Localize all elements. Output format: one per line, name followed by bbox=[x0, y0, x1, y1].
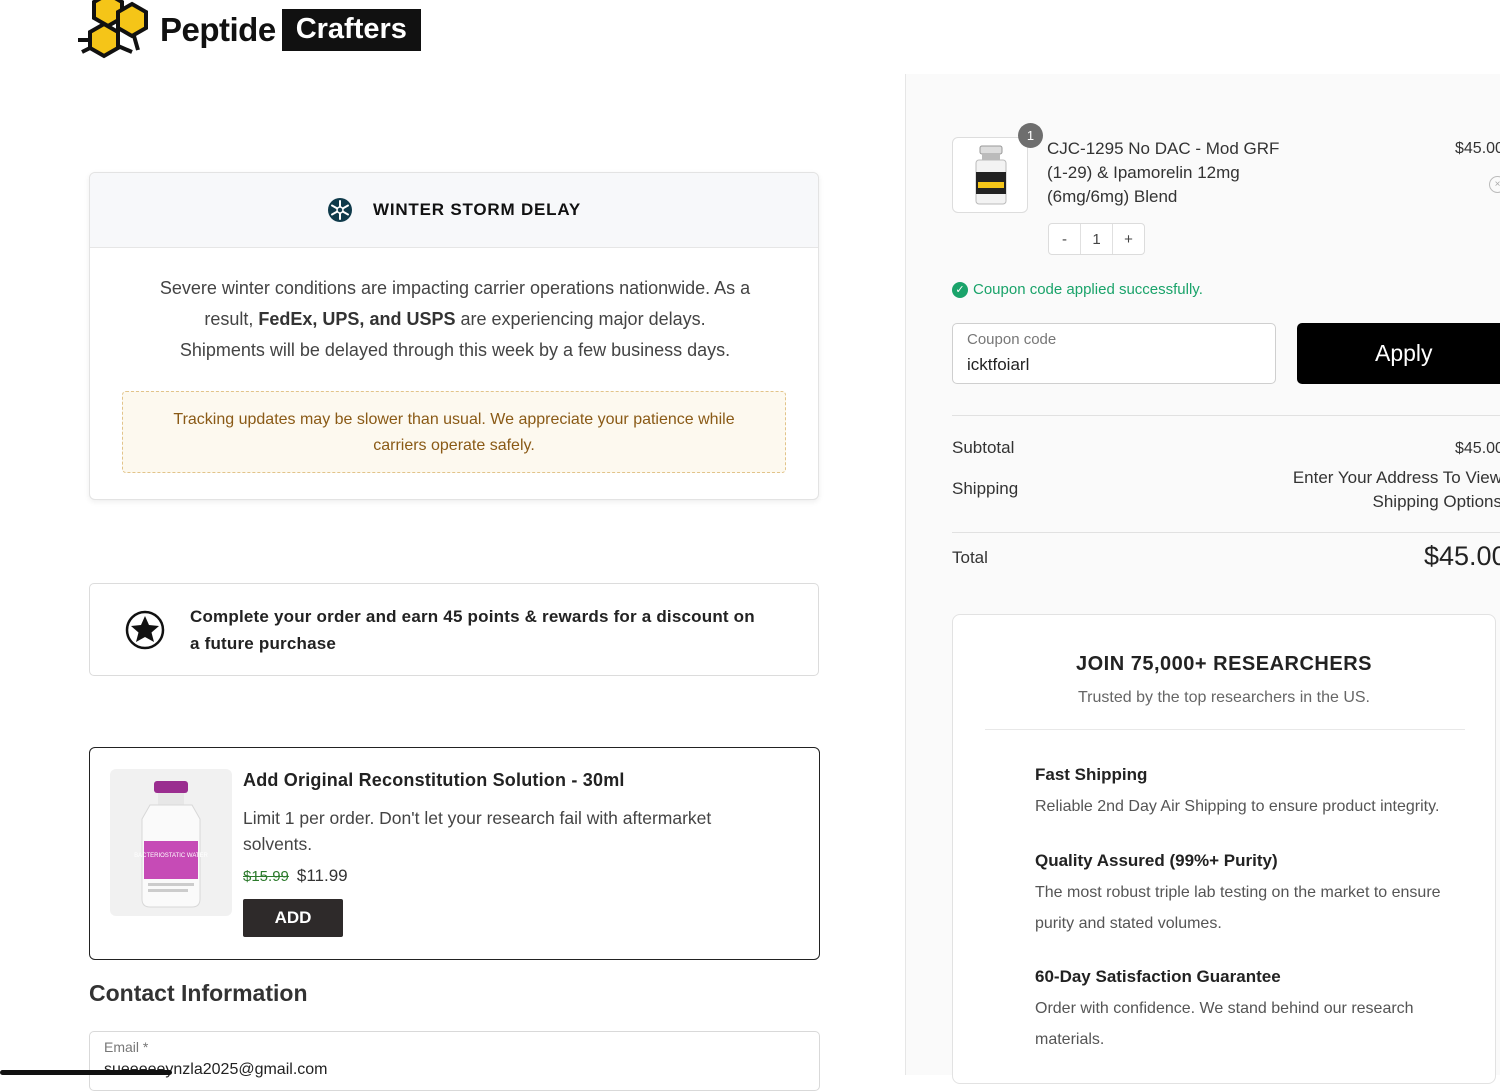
star-icon bbox=[125, 610, 165, 650]
carriers-list: FedEx, UPS, and USPS bbox=[258, 309, 456, 329]
product-name-line-3: (6mg/6mg) Blend bbox=[1047, 187, 1178, 206]
upsell-desc-line-2: solvents. bbox=[243, 834, 313, 854]
feature-description-line-1: The most robust triple lab testing on th… bbox=[1035, 884, 1441, 901]
feature-description-line-2: materials. bbox=[1035, 1031, 1105, 1048]
tracking-note-line-2: carriers operate safely. bbox=[373, 437, 535, 454]
storm-notice-title: WINTER STORM DELAY bbox=[372, 200, 582, 219]
add-upsell-button[interactable]: ADD bbox=[243, 899, 343, 937]
apply-coupon-button[interactable]: Apply bbox=[1297, 323, 1500, 384]
total-label: Total bbox=[952, 548, 988, 567]
feature-title: Quality Assured (99%+ Purity) bbox=[1035, 851, 1278, 870]
vial-label-text: BACTERIOSTATIC WATER bbox=[134, 853, 208, 859]
shipping-label: Shipping bbox=[952, 479, 1019, 498]
remove-item-icon[interactable]: × bbox=[1489, 176, 1500, 193]
rewards-line-2: a future purchase bbox=[190, 634, 337, 653]
snowflake-icon bbox=[327, 198, 352, 222]
feature-description: Order with confidence. We stand behind o… bbox=[1035, 993, 1475, 1055]
upsell-description: Limit 1 per order. Don't let your resear… bbox=[243, 805, 763, 857]
product-vial-image bbox=[975, 145, 1007, 205]
storm-line-2: result, FedEx, UPS, and USPS are experie… bbox=[120, 304, 790, 335]
subtotal-label: Subtotal bbox=[952, 438, 1015, 457]
product-thumbnail bbox=[952, 137, 1028, 213]
upsell-desc-line-1: Limit 1 per order. Don't let your resear… bbox=[243, 808, 712, 828]
tracking-note: Tracking updates may be slower than usua… bbox=[122, 391, 786, 473]
coupon-code-input[interactable]: Coupon code icktfoiarl bbox=[952, 323, 1276, 384]
divider bbox=[952, 532, 1500, 533]
trust-card: JOIN 75,000+ RESEARCHERS Trusted by the … bbox=[952, 614, 1496, 1084]
shipping-value-line-2: Shipping Options bbox=[1372, 492, 1500, 511]
decrease-quantity-button[interactable]: - bbox=[1049, 224, 1080, 254]
winter-storm-notice: WINTER STORM DELAY Severe winter conditi… bbox=[89, 172, 819, 500]
product-name: CJC-1295 No DAC - Mod GRF (1-29) & Ipamo… bbox=[1047, 137, 1317, 209]
storm-notice-body: Severe winter conditions are impacting c… bbox=[120, 273, 790, 366]
product-name-line-2: (1-29) & Ipamorelin 12mg bbox=[1047, 163, 1240, 182]
feature-description: The most robust triple lab testing on th… bbox=[1035, 877, 1475, 939]
feature-description-line-1: Reliable 2nd Day Air Shipping to ensure … bbox=[1035, 798, 1440, 815]
divider bbox=[952, 415, 1500, 416]
brand-name-part1: Peptide bbox=[160, 11, 276, 48]
coupon-code-label: Coupon code bbox=[967, 331, 1057, 348]
trust-card-title: JOIN 75,000+ RESEARCHERS bbox=[1075, 653, 1372, 675]
tracking-note-line-1: Tracking updates may be slower than usua… bbox=[173, 411, 735, 428]
trust-card-subtitle: Trusted by the top researchers in the US… bbox=[1078, 689, 1370, 706]
quantity-stepper: - 1 + bbox=[1048, 223, 1145, 255]
feature-title: Fast Shipping bbox=[1035, 765, 1148, 784]
coupon-success-message: ✓ Coupon code applied successfully. bbox=[952, 281, 1203, 298]
storm-notice-header: WINTER STORM DELAY bbox=[90, 173, 818, 248]
feature-title: 60-Day Satisfaction Guarantee bbox=[1035, 967, 1281, 986]
site-logo[interactable]: Peptide Crafters bbox=[74, 0, 421, 60]
rewards-banner: Complete your order and earn 45 points &… bbox=[89, 583, 819, 676]
shipping-value: Enter Your Address To View Shipping Opti… bbox=[1230, 466, 1500, 514]
shipping-value-line-1: Enter Your Address To View bbox=[1292, 468, 1500, 487]
increase-quantity-button[interactable]: + bbox=[1113, 224, 1144, 254]
storm-line-2-pre: result, bbox=[204, 309, 259, 329]
upsell-offer: BACTERIOSTATIC WATER Add Original Recons… bbox=[89, 747, 820, 960]
total-value: $45.00 bbox=[1424, 541, 1500, 571]
vial-illustration: BACTERIOSTATIC WATER bbox=[134, 781, 209, 908]
feature-description: Reliable 2nd Day Air Shipping to ensure … bbox=[1035, 791, 1475, 822]
storm-line-1: Severe winter conditions are impacting c… bbox=[159, 278, 751, 298]
feature-description-line-1: Order with confidence. We stand behind o… bbox=[1035, 1000, 1414, 1017]
subtotal-value: $45.00 bbox=[1455, 440, 1500, 457]
product-name-line-1: CJC-1295 No DAC - Mod GRF bbox=[1047, 139, 1280, 158]
email-label: Email * bbox=[104, 1039, 149, 1055]
rewards-line-1: Complete your order and earn 45 points &… bbox=[190, 607, 755, 626]
bottom-scroll-indicator bbox=[0, 1070, 172, 1075]
brand-name-part2: Crafters bbox=[281, 9, 421, 51]
feature-satisfaction-guarantee: 60-Day Satisfaction Guarantee Order with… bbox=[1035, 967, 1475, 1055]
upsell-price: $15.99 $11.99 bbox=[243, 866, 348, 886]
honeycomb-logo-icon bbox=[78, 0, 148, 59]
divider bbox=[985, 729, 1465, 730]
upsell-title: Add Original Reconstitution Solution - 3… bbox=[243, 770, 625, 790]
feature-quality-assured: Quality Assured (99%+ Purity) The most r… bbox=[1035, 851, 1475, 939]
storm-line-3: Shipments will be delayed through this w… bbox=[179, 340, 731, 360]
quantity-value[interactable]: 1 bbox=[1080, 224, 1113, 254]
rewards-message: Complete your order and earn 45 points &… bbox=[190, 603, 790, 657]
reconstitution-vial-image: BACTERIOSTATIC WATER bbox=[110, 769, 232, 916]
contact-information-heading: Contact Information bbox=[89, 980, 308, 1006]
upsell-sale-price: $11.99 bbox=[296, 866, 348, 885]
coupon-success-text: Coupon code applied successfully. bbox=[973, 281, 1203, 298]
storm-line-2-post: are experiencing major delays. bbox=[455, 309, 706, 329]
product-price: $45.00 bbox=[1455, 140, 1500, 157]
cart-quantity-badge: 1 bbox=[1018, 123, 1043, 148]
email-field[interactable]: Email * sueeeeeynzla2025@gmail.com bbox=[89, 1031, 820, 1091]
feature-fast-shipping: Fast Shipping Reliable 2nd Day Air Shipp… bbox=[1035, 765, 1475, 822]
upsell-original-price: $15.99 bbox=[243, 868, 289, 885]
feature-description-line-2: purity and stated volumes. bbox=[1035, 915, 1222, 932]
coupon-code-value[interactable]: icktfoiarl bbox=[967, 355, 1029, 375]
check-circle-icon: ✓ bbox=[952, 281, 968, 298]
